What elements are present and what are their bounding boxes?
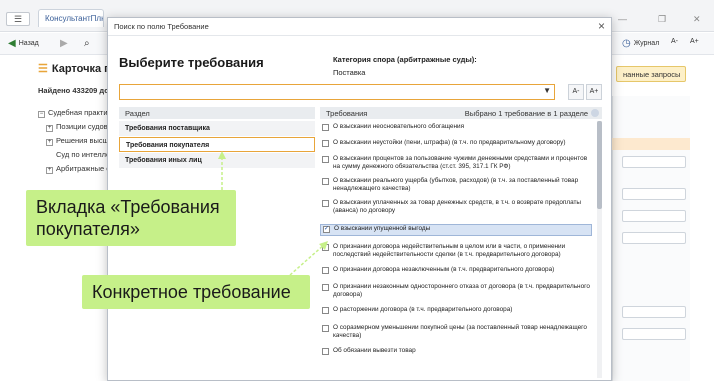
checkbox[interactable] <box>322 267 329 274</box>
category-value: Поставка <box>333 68 366 77</box>
checkbox[interactable] <box>322 325 329 332</box>
back-button[interactable]: ◀ Назад <box>8 38 39 49</box>
requirement-item-selected[interactable]: ✓ О взыскании упущенной выгоды <box>320 224 592 236</box>
close-icon[interactable]: × <box>598 19 605 33</box>
tree-toggle-icon[interactable]: + <box>46 139 53 146</box>
search-button[interactable]: ⌕ <box>84 38 93 49</box>
right-panel-field[interactable] <box>622 188 686 200</box>
clock-icon: ◷ <box>622 38 631 49</box>
requirement-item[interactable]: О признании договора незаключенным (в т.… <box>320 266 592 274</box>
requirement-item[interactable]: О взыскании неосновательного обогащения <box>320 123 592 131</box>
requirement-item[interactable]: О взыскании реального ущерба (убытков, р… <box>320 177 592 193</box>
font-increase-button[interactable]: A+ <box>690 38 699 45</box>
checkbox[interactable] <box>322 307 329 314</box>
journal-button[interactable]: ◷ Журнал <box>622 38 659 49</box>
forward-arrow-icon: ▶ <box>60 38 68 49</box>
scrollbar-thumb[interactable] <box>597 121 602 209</box>
tree-item[interactable]: Суд по интеллек <box>56 150 114 159</box>
forward-button[interactable]: ▶ <box>60 38 71 49</box>
clear-selection-icon[interactable] <box>591 109 599 117</box>
tree-toggle-icon[interactable]: − <box>38 111 45 118</box>
right-panel-field[interactable] <box>622 306 686 318</box>
checkbox[interactable] <box>322 348 329 355</box>
checkbox[interactable] <box>322 244 329 251</box>
checkbox[interactable] <box>322 200 329 207</box>
tree-item[interactable]: + Арбитражные су <box>46 164 114 174</box>
section-tab-buyer[interactable]: Требования покупателя <box>119 137 315 152</box>
requirement-item[interactable]: О признании договора недействительным в … <box>320 243 592 259</box>
search-icon: ⌕ <box>84 38 90 49</box>
requirement-item[interactable]: О соразмерном уменьшении покупной цены (… <box>320 324 592 340</box>
right-panel-field[interactable] <box>622 156 686 168</box>
checkbox[interactable] <box>322 124 329 131</box>
requirement-item[interactable]: О взыскании процентов за пользование чуж… <box>320 155 592 171</box>
requirement-item[interactable]: Об обязании вывезти товар <box>320 347 592 355</box>
selected-count: Выбрано 1 требование в 1 разделе <box>464 109 588 118</box>
requirement-item[interactable]: О расторжении договора (в т.ч. предварит… <box>320 306 592 314</box>
app-tab[interactable]: КонсультантПлюс <box>38 9 104 27</box>
tab-callout: Вкладка «Требования покупателя» <box>26 190 236 246</box>
right-panel-field[interactable] <box>622 328 686 340</box>
tree-item[interactable]: + Позиции судов к <box>46 122 113 132</box>
maximize-icon[interactable]: ❐ <box>658 14 666 25</box>
font-increase-button[interactable]: A+ <box>586 84 602 100</box>
requirements-header: Требования Выбрано 1 требование в 1 разд… <box>320 107 602 119</box>
tree-toggle-icon[interactable]: + <box>46 167 53 174</box>
requirement-item[interactable]: О взыскании уплаченных за товар денежных… <box>320 199 592 215</box>
tree-toggle-icon[interactable]: + <box>46 125 53 132</box>
checkbox-checked[interactable]: ✓ <box>323 226 330 233</box>
section-tab-others[interactable]: Требования иных лиц <box>119 153 315 168</box>
tab-callout-line: Вкладка «Требования <box>36 197 220 217</box>
minimize-icon[interactable]: — <box>618 14 627 24</box>
menu-icon[interactable]: ☰ <box>6 12 30 26</box>
requirement-item[interactable]: О взыскании неустойки (пени, штрафа) (в … <box>320 139 592 147</box>
requirements-list: О взыскании неосновательного обогащения … <box>320 121 595 381</box>
back-arrow-icon: ◀ <box>8 38 16 49</box>
right-panel-field[interactable] <box>622 210 686 222</box>
dialog-titlebar: Поиск по полю Требование × <box>108 18 611 36</box>
checkbox[interactable] <box>322 178 329 185</box>
dialog-title: Поиск по полю Требование <box>114 22 209 31</box>
checkbox[interactable] <box>322 156 329 163</box>
checkbox[interactable] <box>322 284 329 291</box>
saved-queries-button[interactable]: нанные запросы <box>616 66 686 82</box>
tree-item[interactable]: + Решения высши <box>46 136 113 146</box>
section-tab-supplier[interactable]: Требования поставщика <box>119 121 315 136</box>
dropdown-arrow-icon[interactable]: ▼ <box>543 86 551 95</box>
right-panel-band <box>612 138 690 150</box>
found-count: Найдено 433209 до <box>38 86 109 95</box>
requirement-item[interactable]: О признании незаконным одностороннего от… <box>320 283 592 299</box>
requirement-search-field[interactable]: ▼ <box>119 84 555 100</box>
tree-item[interactable]: − Судебная практик <box>38 108 111 118</box>
page-title: ☰ Карточка по <box>38 63 118 75</box>
card-icon: ☰ <box>38 63 48 75</box>
requirement-search-input[interactable] <box>120 85 540 99</box>
right-panel-field[interactable] <box>622 232 686 244</box>
category-label: Категория спора (арбитражные суды): <box>333 55 477 64</box>
requirements-scrollbar[interactable] <box>597 121 602 378</box>
sections-header: Раздел <box>119 107 315 119</box>
checkbox[interactable] <box>322 140 329 147</box>
dialog-heading: Выберите требования <box>119 55 264 70</box>
font-decrease-button[interactable]: A- <box>671 38 678 45</box>
font-decrease-button[interactable]: A- <box>568 84 584 100</box>
tab-callout-line: покупателя» <box>36 219 140 239</box>
requirement-callout: Конкретное требование <box>82 275 310 309</box>
close-icon[interactable]: ✕ <box>693 14 701 25</box>
